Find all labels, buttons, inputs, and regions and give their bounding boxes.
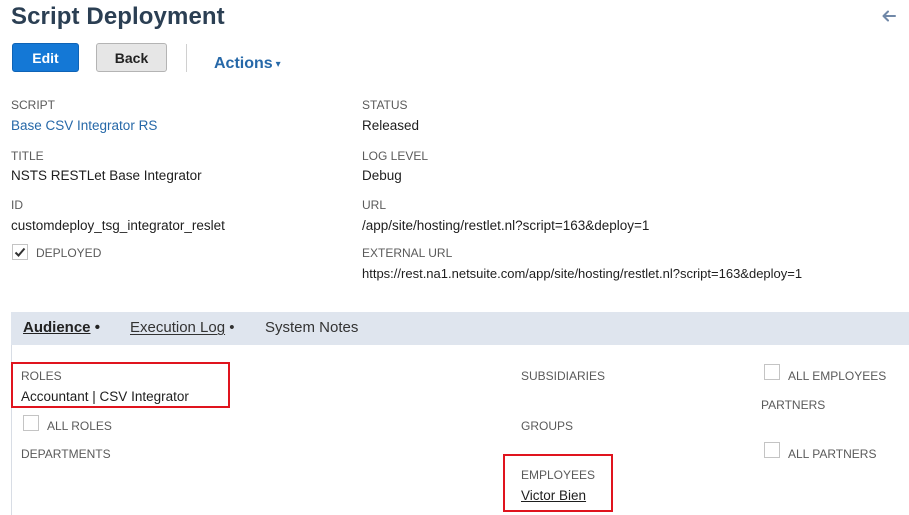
- tab-execution-log-dot: •: [229, 319, 235, 336]
- tab-audience-label: Audience: [23, 319, 91, 336]
- roles-value: Accountant | CSV Integrator: [21, 389, 189, 404]
- url-value: /app/site/hosting/restlet.nl?script=163&…: [362, 218, 650, 233]
- status-label: STATUS: [362, 98, 408, 112]
- tab-audience-dot: •: [94, 319, 100, 336]
- check-icon: [14, 247, 26, 257]
- toolbar-divider: [186, 44, 187, 72]
- departments-label: DEPARTMENTS: [21, 447, 111, 461]
- all-employees-label: ALL EMPLOYEES: [788, 369, 887, 383]
- external-url-label: EXTERNAL URL: [362, 246, 453, 260]
- tab-execution-log-label: Execution Log: [130, 319, 226, 336]
- deployed-checkbox[interactable]: [12, 244, 28, 260]
- script-label: SCRIPT: [11, 98, 56, 112]
- log-level-label: LOG LEVEL: [362, 149, 429, 163]
- back-button[interactable]: Back: [96, 43, 167, 72]
- employees-label: EMPLOYEES: [521, 468, 596, 482]
- url-label: URL: [362, 198, 387, 212]
- actions-menu[interactable]: Actions ▾: [214, 55, 281, 73]
- status-value: Released: [362, 118, 420, 133]
- back-arrow-icon[interactable]: [882, 9, 896, 23]
- id-value: customdeploy_tsg_integrator_reslet: [11, 218, 225, 233]
- roles-label: ROLES: [21, 369, 62, 383]
- all-partners-label: ALL PARTNERS: [788, 447, 877, 461]
- tab-audience[interactable]: Audience •: [23, 319, 100, 336]
- all-employees-checkbox[interactable]: [764, 364, 780, 380]
- title-value: NSTS RESTLet Base Integrator: [11, 168, 202, 183]
- tab-execution-log[interactable]: Execution Log •: [130, 319, 235, 336]
- subsidiaries-label: SUBSIDIARIES: [521, 369, 606, 383]
- tab-system-notes[interactable]: System Notes: [265, 319, 358, 336]
- all-roles-label: ALL ROLES: [47, 419, 112, 433]
- edit-button[interactable]: Edit: [12, 43, 79, 72]
- external-url-value: https://rest.na1.netsuite.com/app/site/h…: [362, 266, 803, 281]
- actions-label: Actions: [214, 55, 273, 72]
- all-partners-checkbox[interactable]: [764, 442, 780, 458]
- groups-label: GROUPS: [521, 419, 574, 433]
- script-link[interactable]: Base CSV Integrator RS: [11, 118, 157, 133]
- deployed-label: DEPLOYED: [36, 246, 102, 260]
- partners-label: PARTNERS: [761, 398, 826, 412]
- employees-highlight-box: [503, 454, 613, 512]
- all-roles-checkbox[interactable]: [23, 415, 39, 431]
- id-label: ID: [11, 198, 23, 212]
- caret-down-icon: ▾: [275, 59, 281, 70]
- title-label: TITLE: [11, 149, 44, 163]
- log-level-value: Debug: [362, 168, 402, 183]
- tab-system-notes-label: System Notes: [265, 319, 359, 336]
- employee-link[interactable]: Victor Bien: [521, 488, 586, 503]
- page-title: Script Deployment: [11, 3, 225, 30]
